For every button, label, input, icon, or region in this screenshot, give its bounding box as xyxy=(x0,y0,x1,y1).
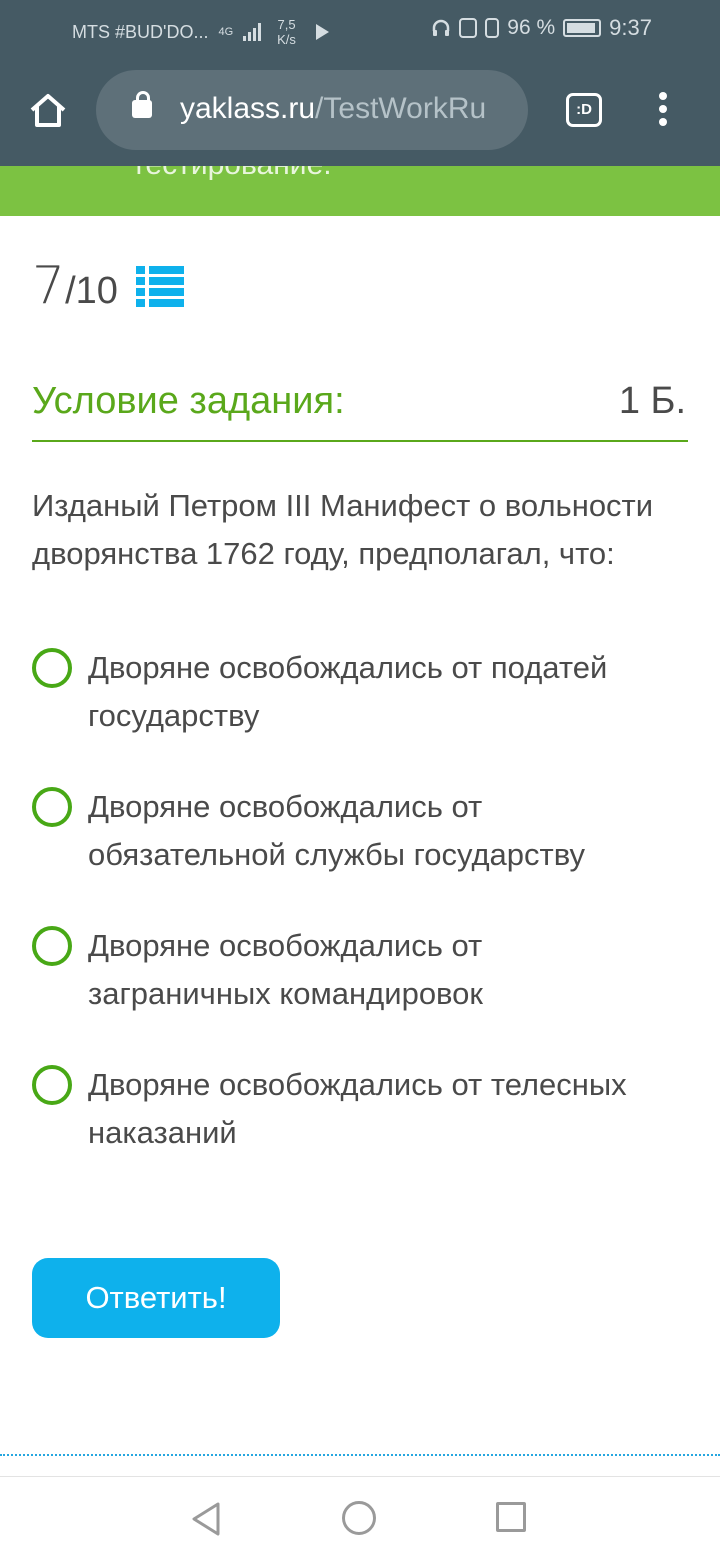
overflow-menu-icon[interactable] xyxy=(656,92,670,128)
radio-button[interactable] xyxy=(32,926,72,966)
vibrate-icon xyxy=(485,18,500,38)
battery-label: 96 % xyxy=(507,16,556,39)
net-speed: 7,5 K/s xyxy=(277,17,296,47)
back-icon[interactable] xyxy=(190,1501,222,1537)
carrier-label: MTS #BUD'DO... xyxy=(72,21,209,42)
url-path: /TestWorkRu xyxy=(315,92,487,125)
test-banner: тестирование. xyxy=(0,166,720,216)
answer-option-label[interactable]: Дворяне освобождались от податей государ… xyxy=(88,644,668,740)
battery-icon xyxy=(563,19,602,37)
task-points: 1 Б. xyxy=(618,380,686,422)
net-speed-value: 7,5 xyxy=(277,17,296,32)
lock-icon xyxy=(132,91,152,118)
answer-option-label[interactable]: Дворяне освобождались от обязательной сл… xyxy=(88,783,668,879)
tabs-button[interactable]: :D xyxy=(566,93,602,127)
submit-answer-button[interactable]: Ответить! xyxy=(32,1258,280,1338)
progress-current: 7 xyxy=(32,256,66,316)
footer-divider xyxy=(0,1454,720,1456)
status-right: 96 % 9:37 xyxy=(431,15,652,41)
radio-button[interactable] xyxy=(32,1065,72,1105)
banner-text: тестирование. xyxy=(132,166,332,182)
heading-divider xyxy=(32,440,688,442)
url-text[interactable]: yaklass.ru/TestWorkRu xyxy=(180,92,486,126)
headset-icon xyxy=(433,19,450,36)
play-icon xyxy=(315,24,329,40)
net-speed-unit: K/s xyxy=(277,32,296,47)
question-progress: 7 /10 xyxy=(32,256,118,316)
progress-total: /10 xyxy=(65,270,118,312)
answer-option-label[interactable]: Дворяне освобождались от заграничных ком… xyxy=(88,922,668,1018)
question-list-icon[interactable] xyxy=(136,264,184,308)
radio-button[interactable] xyxy=(32,787,72,827)
home-nav-icon[interactable] xyxy=(342,1501,376,1535)
question-text: Изданый Петром III Манифест о вольности … xyxy=(32,488,654,571)
home-icon[interactable] xyxy=(28,92,68,128)
nfc-icon xyxy=(459,18,478,38)
signal-icon xyxy=(243,23,262,41)
status-left: MTS #BUD'DO... 4G 7,5 K/s xyxy=(72,17,329,47)
clock: 9:37 xyxy=(609,15,652,40)
browser-chrome: MTS #BUD'DO... 4G 7,5 K/s 96 % 9:37 yakl… xyxy=(0,0,720,166)
system-nav-bar xyxy=(0,1476,720,1560)
status-bar: MTS #BUD'DO... 4G 7,5 K/s 96 % 9:37 xyxy=(0,0,720,56)
network-type-label: 4G xyxy=(218,26,234,38)
address-bar[interactable]: yaklass.ru/TestWorkRu xyxy=(96,70,528,150)
radio-button[interactable] xyxy=(32,648,72,688)
answer-option-label[interactable]: Дворяне освобождались от телесных наказа… xyxy=(88,1061,668,1157)
url-host: yaklass.ru xyxy=(180,92,316,125)
recent-apps-icon[interactable] xyxy=(496,1502,526,1532)
task-heading: Условие задания: xyxy=(32,380,345,422)
